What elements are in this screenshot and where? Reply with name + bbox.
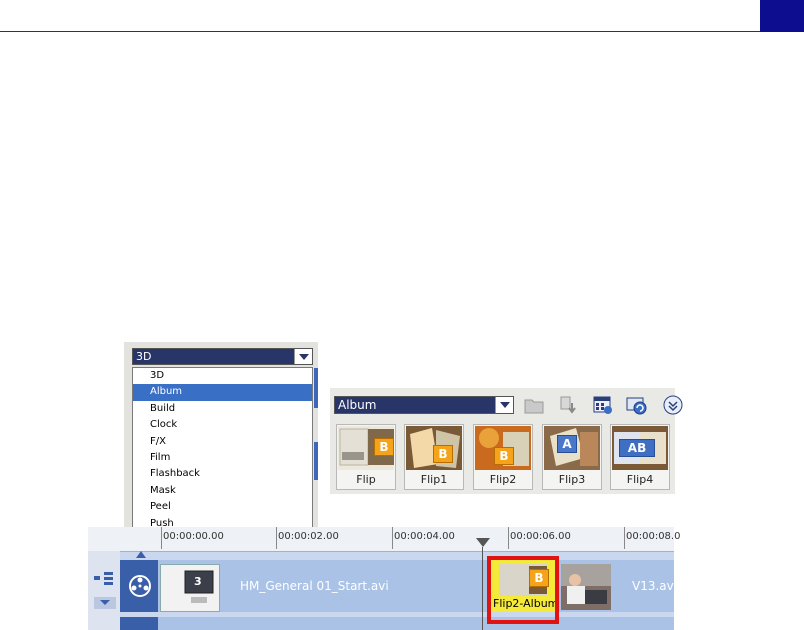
ruler-tick-label: 00:00:02.00 [276, 527, 339, 549]
page-corner-tab [760, 0, 804, 32]
thumbnail-label: Flip [356, 473, 376, 486]
track-tools [88, 551, 146, 630]
apply-icon[interactable] [626, 394, 648, 416]
clip2-preview-image [561, 564, 611, 610]
category-option[interactable]: F/X [133, 434, 312, 450]
clip-badge: B [494, 447, 514, 465]
thumbnail-label: Flip1 [420, 473, 448, 486]
category-option[interactable]: Flashback [133, 466, 312, 482]
selection-highlight [487, 556, 559, 624]
overlay-track-header[interactable] [120, 617, 158, 630]
transition-thumbnail[interactable]: A Flip3 [542, 424, 602, 490]
clip-badge: AB [619, 439, 655, 457]
category-select[interactable]: 3D [132, 348, 313, 365]
transition-thumbnail[interactable]: B Flip1 [404, 424, 464, 490]
overlay-track[interactable] [158, 617, 674, 630]
track-manager-icon[interactable] [94, 571, 114, 585]
category-select-value: 3D [136, 350, 152, 363]
library-folder-select[interactable]: Album [334, 396, 514, 414]
header-rule [0, 31, 760, 32]
chevron-down-icon[interactable] [495, 397, 513, 413]
thumbnail-label: Flip3 [558, 473, 586, 486]
category-option[interactable]: Clock [133, 417, 312, 433]
clip-name[interactable]: V13.avi [632, 579, 677, 593]
expand-icon[interactable] [661, 394, 683, 416]
category-option[interactable]: 3D [133, 368, 312, 384]
library-folder-value: Album [338, 398, 377, 412]
thumbnail-label: Flip4 [626, 473, 654, 486]
video-track-header[interactable] [120, 560, 158, 612]
clip-badge: B [374, 438, 394, 456]
category-option[interactable]: Peel [133, 499, 312, 515]
clip-badge: A [557, 435, 577, 453]
collapse-button[interactable] [94, 597, 116, 609]
chevron-down-icon [100, 600, 110, 605]
ruler-tick-label: 00:00:00.00 [161, 527, 224, 549]
scroll-up-icon[interactable] [136, 551, 146, 558]
clip-thumbnail: 3 [160, 564, 220, 612]
thumbnail-label: Flip2 [489, 473, 517, 486]
ruler-tick-label: 00:00:08.0 [624, 527, 680, 549]
transition-thumbnail[interactable]: AB Flip4 [610, 424, 670, 490]
category-option[interactable]: Build [133, 401, 312, 417]
clip1-preview-image [161, 565, 219, 611]
ruler-tick-label: 00:00:04.00 [392, 527, 455, 549]
transition-thumbnail[interactable]: B Flip2 [473, 424, 533, 490]
clip-name[interactable]: HM_General 01_Start.avi [240, 579, 389, 593]
category-option[interactable]: Album [133, 384, 312, 401]
clip-badge: B [433, 445, 453, 463]
ruler-tick-label: 00:00:06.00 [508, 527, 571, 549]
import-icon[interactable] [557, 394, 579, 416]
transition-thumbnail[interactable]: B Flip [336, 424, 396, 490]
category-option[interactable]: Film [133, 450, 312, 466]
category-option[interactable]: Mask [133, 483, 312, 499]
film-reel-icon [129, 575, 151, 597]
playhead-marker[interactable] [476, 538, 490, 547]
category-options-list[interactable]: 3D Album Build Clock F/X Film Flashback … [132, 367, 313, 532]
options-icon[interactable] [592, 394, 614, 416]
chevron-down-icon[interactable] [294, 349, 312, 364]
panel-edge [314, 442, 318, 480]
folder-icon[interactable] [523, 394, 545, 416]
clip-badge: 3 [194, 575, 202, 588]
panel-edge [314, 368, 318, 408]
playhead-line [482, 547, 483, 630]
